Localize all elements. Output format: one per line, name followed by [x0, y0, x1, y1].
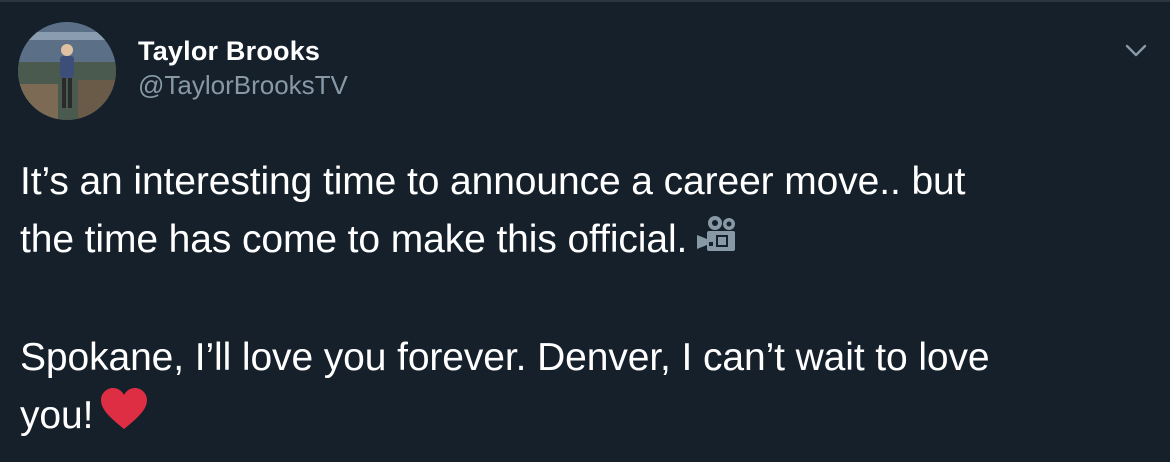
tweet-text-line: It’s an interesting time to announce a c… [20, 160, 966, 203]
tweet-text-line-with-emoji: the time has come to make this official. [20, 211, 1140, 271]
movie-camera-icon [693, 213, 745, 271]
avatar-photo [18, 22, 116, 120]
avatar[interactable] [18, 22, 116, 120]
tweet-text: It’s an interesting time to announce a c… [20, 153, 1140, 448]
chevron-down-icon[interactable] [1122, 36, 1150, 64]
tweet-text-line-with-emoji: you! [20, 387, 1140, 448]
tweet-text-line: you! [20, 393, 94, 437]
author-info[interactable]: Taylor Brooks @TaylorBrooksTV [138, 34, 348, 102]
tweet-text-line: the time has come to make this official. [20, 218, 688, 261]
red-heart-icon [99, 387, 149, 448]
author-display-name[interactable]: Taylor Brooks [138, 34, 348, 68]
tweet-text-line: Spokane, I’ll love you forever. Denver, … [20, 335, 990, 379]
author-handle[interactable]: @TaylorBrooksTV [138, 68, 348, 102]
tweet-card: Taylor Brooks @TaylorBrooksTV It’s an in… [0, 0, 1170, 462]
